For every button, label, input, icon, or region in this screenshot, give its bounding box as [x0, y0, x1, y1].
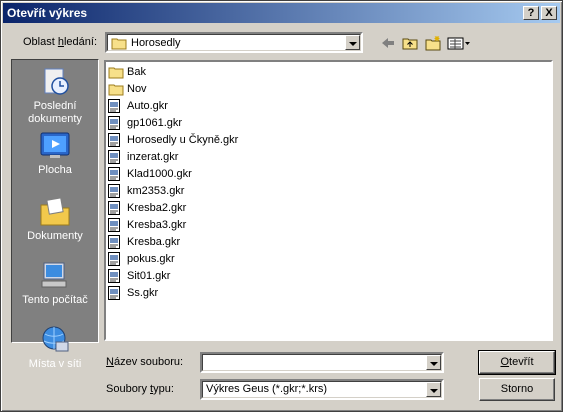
file-list-item[interactable]: Horosedly u Čkyně.gkr: [108, 132, 238, 148]
view-menu-icon[interactable]: [447, 35, 471, 51]
file-name: Kresba3.gkr: [127, 219, 187, 231]
file-list-item[interactable]: km2353.gkr: [108, 183, 184, 199]
file-list-item[interactable]: Sit01.gkr: [108, 268, 170, 284]
recent-documents-icon: [12, 66, 98, 98]
drawing-file-icon: [108, 218, 124, 232]
desktop-icon: [12, 130, 98, 162]
place-my-documents[interactable]: Dokumenty: [12, 196, 98, 243]
help-button[interactable]: ?: [523, 6, 539, 20]
close-button[interactable]: X: [541, 6, 557, 20]
file-name: Klad1000.gkr: [127, 168, 192, 180]
file-name: Ss.gkr: [127, 287, 159, 299]
folder-icon: [108, 66, 124, 79]
my-documents-icon: [12, 196, 98, 228]
chevron-down-icon[interactable]: [426, 355, 441, 370]
file-list-item[interactable]: Ss.gkr: [108, 285, 158, 301]
open-dialog-window: Otevřít výkres ? X Oblast hledání: Horos…: [0, 0, 563, 412]
file-name: Bak: [127, 66, 146, 78]
lookin-dropdown[interactable]: Horosedly: [105, 32, 363, 53]
place-recent-documents[interactable]: Poslední dokumenty: [12, 66, 98, 126]
folder-list-item[interactable]: Nov: [108, 81, 147, 97]
file-name: Kresba.gkr: [127, 236, 181, 248]
file-name: km2353.gkr: [127, 185, 185, 197]
place-label-line2: dokumenty: [28, 113, 82, 125]
up-folder-icon[interactable]: [401, 35, 419, 51]
window-title: Otevřít výkres: [7, 6, 88, 20]
back-icon[interactable]: [379, 35, 397, 51]
place-label: Dokumenty: [27, 230, 83, 242]
drawing-file-icon: [108, 286, 124, 300]
file-list-item[interactable]: Klad1000.gkr: [108, 166, 192, 182]
title-bar[interactable]: Otevřít výkres ? X: [3, 3, 560, 23]
cancel-button[interactable]: Storno: [479, 378, 555, 401]
chevron-down-icon[interactable]: [426, 382, 441, 397]
new-folder-icon[interactable]: [424, 35, 442, 51]
file-name: gp1061.gkr: [127, 117, 183, 129]
place-network[interactable]: Místa v síti: [12, 324, 98, 371]
file-list-item[interactable]: Kresba.gkr: [108, 234, 180, 250]
drawing-file-icon: [108, 201, 124, 215]
filetype-value: Výkres Geus (*.gkr;*.krs): [206, 383, 328, 395]
file-name: pokus.gkr: [127, 253, 175, 265]
file-list-item[interactable]: inzerat.gkr: [108, 149, 178, 165]
file-list-item[interactable]: gp1061.gkr: [108, 115, 182, 131]
file-list-item[interactable]: Kresba3.gkr: [108, 217, 186, 233]
lookin-value: Horosedly: [131, 37, 181, 49]
place-label: Plocha: [38, 164, 72, 176]
file-name: Nov: [127, 83, 147, 95]
folder-list-item[interactable]: Bak: [108, 64, 146, 80]
folder-icon: [111, 37, 127, 53]
file-list[interactable]: Bak Nov Auto.gkr gp1061.gkr Horosedly u Čkyn…: [104, 60, 553, 341]
place-label: Tento počítač: [22, 294, 88, 306]
drawing-file-icon: [108, 252, 124, 266]
file-name: Auto.gkr: [127, 100, 168, 112]
filename-input[interactable]: [200, 352, 444, 373]
file-name: Sit01.gkr: [127, 270, 171, 282]
drawing-file-icon: [108, 133, 124, 147]
open-button[interactable]: Otevřít: [478, 350, 556, 375]
place-desktop[interactable]: Plocha: [12, 130, 98, 177]
file-name: Horosedly u Čkyně.gkr: [127, 134, 239, 146]
my-computer-icon: [12, 260, 98, 292]
drawing-file-icon: [108, 184, 124, 198]
filetype-label: Soubory typu:: [106, 383, 174, 395]
file-name: Kresba2.gkr: [127, 202, 187, 214]
places-bar: Poslední dokumenty Plocha Dokumenty Tent…: [11, 59, 99, 370]
place-label-line1: Poslední: [33, 100, 77, 112]
drawing-file-icon: [108, 99, 124, 113]
file-list-item[interactable]: Auto.gkr: [108, 98, 168, 114]
chevron-down-icon[interactable]: [345, 35, 360, 50]
drawing-file-icon: [108, 235, 124, 249]
network-places-icon: [12, 324, 98, 356]
filetype-dropdown[interactable]: Výkres Geus (*.gkr;*.krs): [200, 379, 444, 400]
folder-icon: [108, 83, 124, 96]
file-list-item[interactable]: Kresba2.gkr: [108, 200, 186, 216]
drawing-file-icon: [108, 269, 124, 283]
drawing-file-icon: [108, 167, 124, 181]
file-name: inzerat.gkr: [127, 151, 179, 163]
file-list-item[interactable]: pokus.gkr: [108, 251, 175, 267]
drawing-file-icon: [108, 150, 124, 164]
filename-label: Název souboru:: [106, 356, 184, 368]
place-label: Místa v síti: [28, 358, 82, 370]
drawing-file-icon: [108, 116, 124, 130]
lookin-label: Oblast hledání:: [23, 36, 98, 48]
place-my-computer[interactable]: Tento počítač: [12, 260, 98, 307]
